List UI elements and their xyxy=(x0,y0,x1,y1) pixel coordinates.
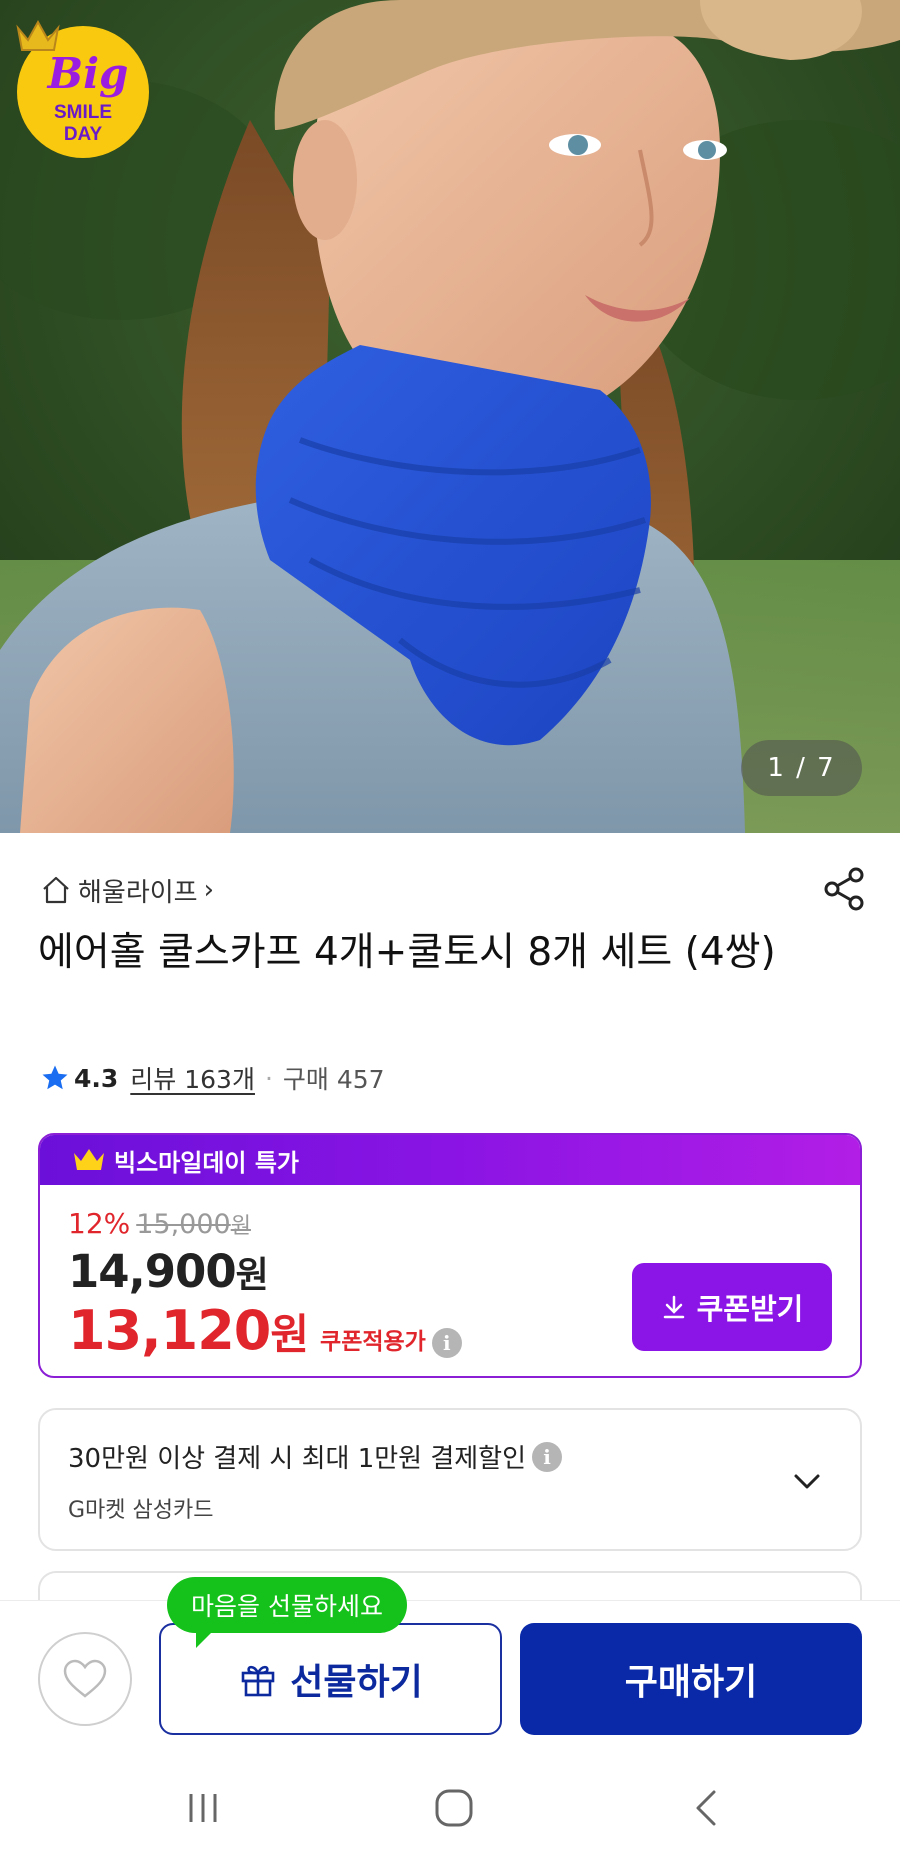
back-icon[interactable] xyxy=(686,1786,730,1830)
discount-row: 12% 15,000원 xyxy=(68,1207,251,1240)
star-icon xyxy=(42,1065,68,1090)
coupon-price-label: 쿠폰적용가 i xyxy=(320,1322,462,1358)
home-circle-icon[interactable] xyxy=(432,1786,476,1830)
image-counter: 1 / 7 xyxy=(741,740,862,796)
chevron-right-icon: › xyxy=(203,875,215,905)
share-icon[interactable] xyxy=(822,866,866,912)
card-benefit[interactable]: 30만원 이상 결제 시 최대 1만원 결제할인 i G마켓 삼성카드 xyxy=(38,1408,862,1551)
deal-header-label: 빅스마일데이 특가 xyxy=(114,1148,299,1177)
card-benefit-sub: G마켓 삼성카드 xyxy=(68,1498,214,1523)
original-price-value: 15,000 xyxy=(136,1209,231,1240)
review-link[interactable]: 리뷰 163개 xyxy=(130,1060,255,1096)
card-benefit-title: 30만원 이상 결제 시 최대 1만원 결제할인 i xyxy=(68,1438,563,1475)
info-icon[interactable]: i xyxy=(532,1441,563,1472)
product-title: 에어홀 쿨스카프 4개+쿨토시 8개 세트 (4쌍) xyxy=(38,930,776,975)
purchase-count: 구매 457 xyxy=(282,1065,385,1094)
store-name: 해울라이프 xyxy=(78,877,198,908)
product-image[interactable]: Big SMILE DAY 1 / 7 xyxy=(0,0,900,833)
gift-tooltip: 마음을 선물하세요 xyxy=(167,1577,407,1633)
store-link[interactable]: 해울라이프 › xyxy=(40,870,214,910)
crown-icon xyxy=(74,1149,104,1170)
coupon-price-value: 13,120 xyxy=(68,1299,271,1362)
deal-box: 빅스마일데이 특가 12% 15,000원 14,900원 13,120원 쿠폰… xyxy=(38,1133,862,1378)
buy-button[interactable]: 구매하기 xyxy=(520,1623,862,1735)
rating-score: 4.3 xyxy=(74,1063,119,1093)
info-icon[interactable]: i xyxy=(431,1327,462,1358)
download-icon xyxy=(663,1295,684,1319)
gift-icon xyxy=(241,1665,275,1697)
system-navigation-bar xyxy=(0,1750,900,1865)
sale-price-value: 14,900 xyxy=(68,1245,237,1298)
sale-price: 14,900원 xyxy=(68,1245,269,1298)
original-price: 15,000원 xyxy=(136,1208,251,1240)
gift-button-label: 선물하기 xyxy=(290,1662,423,1703)
coupon-button-label: 쿠폰받기 xyxy=(696,1292,804,1326)
wishlist-button[interactable] xyxy=(38,1632,132,1726)
big-smile-day-badge: Big SMILE DAY xyxy=(16,19,149,158)
discount-rate: 12% xyxy=(68,1207,131,1240)
home-icon xyxy=(43,876,69,904)
original-price-unit: 원 xyxy=(230,1214,251,1239)
coupon-price: 13,120원 쿠폰적용가 i xyxy=(68,1299,462,1362)
badge-smile-text: SMILE xyxy=(54,102,112,123)
coupon-label-text: 쿠폰적용가 xyxy=(320,1329,426,1355)
chevron-down-icon[interactable] xyxy=(788,1462,826,1500)
card-benefit-text: 30만원 이상 결제 시 최대 1만원 결제할인 xyxy=(68,1444,527,1474)
separator-dot: · xyxy=(264,1063,273,1093)
heart-icon xyxy=(63,1659,107,1698)
deal-header: 빅스마일데이 특가 xyxy=(40,1135,860,1185)
gift-tooltip-tail xyxy=(196,1626,218,1648)
badge-day-text: DAY xyxy=(64,124,103,145)
coupon-price-unit: 원 xyxy=(270,1310,309,1359)
coupon-price-amount: 13,120원 xyxy=(68,1299,309,1362)
recent-apps-icon[interactable] xyxy=(181,1786,225,1830)
rating-row: 4.3 리뷰 163개 · 구매 457 xyxy=(40,1058,385,1098)
bottom-action-bar: 선물하기 구매하기 xyxy=(0,1600,900,1750)
coupon-download-button[interactable]: 쿠폰받기 xyxy=(632,1263,832,1351)
sale-price-unit: 원 xyxy=(235,1255,269,1296)
badge-big-text: Big xyxy=(47,49,129,98)
